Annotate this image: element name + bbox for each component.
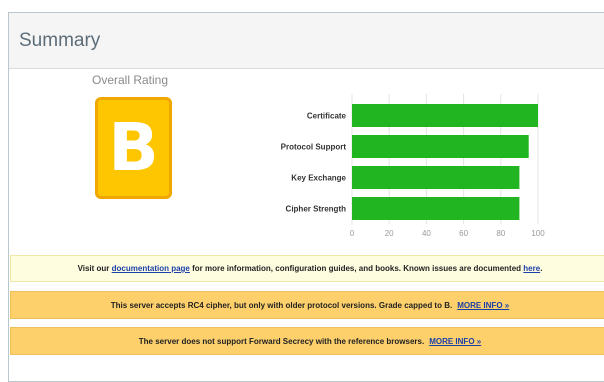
- documentation-notice: Visit our documentation page for more in…: [10, 255, 604, 282]
- rc4-warning-text: This server accepts RC4 cipher, but only…: [110, 300, 453, 310]
- documentation-page-link[interactable]: documentation page: [112, 264, 190, 273]
- bar-label-key-exchange: Key Exchange: [291, 174, 346, 183]
- overall-rating-label: Overall Rating: [92, 73, 169, 87]
- forward-secrecy-warning-text: The server does not support Forward Secr…: [138, 336, 425, 346]
- rating-chart: Certificate Protocol Support Key Exchange C…: [281, 94, 545, 238]
- notice-info-prefix: Visit our: [77, 264, 110, 273]
- page-title: Summary: [19, 30, 101, 51]
- forward-secrecy-more-info-link[interactable]: MORE INFO »: [429, 337, 481, 346]
- bar-key-exchange: [352, 166, 520, 189]
- forward-secrecy-warning-notice: The server does not support Forward Secr…: [10, 327, 604, 355]
- x-tick-label-60: 60: [459, 229, 468, 238]
- known-issues-link[interactable]: here: [523, 264, 540, 273]
- bar-label-protocol-support: Protocol Support: [281, 143, 347, 152]
- x-tick-label-0: 0: [350, 229, 355, 238]
- summary-header: Summary: [9, 13, 604, 69]
- x-tick-label-80: 80: [496, 229, 505, 238]
- grade-letter: B: [108, 109, 159, 186]
- bar-certificate: [352, 104, 538, 127]
- bar-cipher-strength: [352, 197, 520, 220]
- notice-info-suffix: .: [540, 264, 543, 273]
- x-tick-label-40: 40: [422, 229, 431, 238]
- grade-badge: B: [95, 97, 172, 199]
- bar-label-certificate: Certificate: [307, 112, 347, 121]
- rc4-more-info-link[interactable]: MORE INFO »: [457, 301, 509, 310]
- rc4-warning-notice: This server accepts RC4 cipher, but only…: [10, 291, 604, 319]
- x-tick-label-20: 20: [385, 229, 394, 238]
- notice-info-middle: for more information, configuration guid…: [192, 264, 522, 273]
- bar-protocol-support: [352, 135, 529, 158]
- bar-label-cipher-strength: Cipher Strength: [286, 205, 347, 214]
- x-tick-label-100: 100: [531, 229, 545, 238]
